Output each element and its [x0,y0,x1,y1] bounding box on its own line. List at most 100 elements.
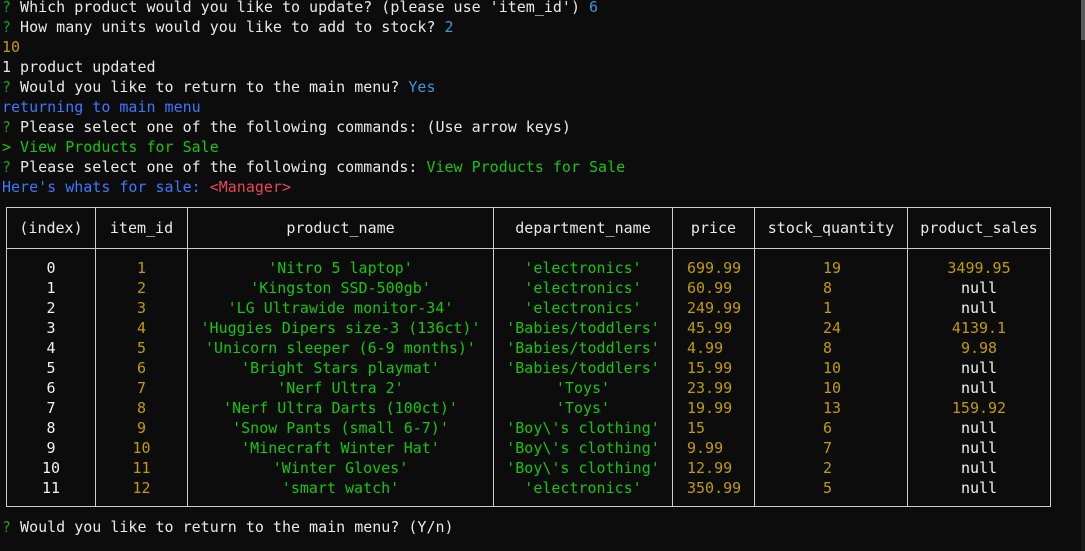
cell-index: 10 [41,459,61,477]
prompt-answer: 6 [589,0,599,16]
prompt-line-selected-command: ? Please select one of the following com… [2,157,625,177]
cell-department-name: 'Boy\'s clothing' [506,419,660,437]
menu-option-view-products[interactable]: > View Products for Sale [2,137,219,157]
cell-product-sales: null [960,439,998,457]
prompt-mark: ? [2,78,12,96]
cell-department-name: 'Toys' [555,399,611,417]
cell-department-name: 'electronics' [524,299,642,317]
cell-product-name: 'Huggies Dipers size-3 (136ct)' [200,319,481,337]
cell-price: 12.99 [687,459,733,477]
cell-item-id: 5 [136,339,147,357]
cell-department-name: 'Babies/toddlers' [506,359,660,377]
cell-stock-quantity: 13 [823,399,842,417]
cell-index: 11 [41,479,61,497]
cell-index: 4 [46,339,56,357]
scrollbar-thumb[interactable] [1081,0,1085,40]
cell-index: 5 [46,359,56,377]
cell-price: 4.99 [687,339,724,357]
cell-department-name: 'Toys' [555,379,611,397]
prompt-mark: ? [2,18,12,36]
prompt-text: Please select one of the following comma… [11,118,571,136]
cell-item-id: 2 [136,279,147,297]
prompt-text: Which product would you like to update? … [11,0,589,16]
cell-price: 23.99 [687,379,733,397]
cell-index: 7 [46,399,56,417]
cell-index: 6 [46,379,56,397]
cell-stock-quantity: 10 [823,379,842,397]
cell-product-name: 'smart watch' [281,479,400,497]
cell-stock-quantity: 6 [823,419,833,437]
prompt-answer: View Products for Sale [426,158,626,176]
cell-department-name: 'electronics' [524,479,642,497]
cell-price: 9.99 [687,439,724,457]
prompt-line-update-product: ? Which product would you like to update… [2,0,598,17]
cell-department-name: 'Boy\'s clothing' [506,459,660,477]
column-header-product-name: product_name [286,219,395,237]
column-header-product-sales: product_sales [920,219,1038,237]
cell-item-id: 4 [136,319,147,337]
cell-stock-quantity: 2 [823,459,833,477]
cell-product-sales: null [960,359,998,377]
column-header-stock-quantity: stock_quantity [767,219,895,237]
cell-item-id: 1 [136,259,147,277]
cell-stock-quantity: 7 [823,439,833,457]
output-stock-value: 10 [2,38,21,56]
column-header-price: price [690,219,737,237]
cell-product-name: 'Snow Pants (small 6-7)' [232,419,449,437]
cell-stock-quantity: 10 [823,359,842,377]
cell-price: 15 [687,419,706,437]
cell-item-id: 10 [132,439,151,457]
prompt-line-return-menu-yn[interactable]: ? Would you like to return to the main m… [2,517,454,537]
cell-price: 45.99 [687,319,733,337]
cell-price: 699.99 [687,259,742,277]
cell-price: 15.99 [687,359,733,377]
output-returning: returning to main menu [2,98,201,116]
cell-stock-quantity: 8 [823,279,833,297]
cell-product-name: 'Minecraft Winter Hat' [241,439,440,457]
column-header-item-id: item_id [109,219,174,237]
prompt-answer: 2 [444,18,454,36]
prompt-line-select-command: ? Please select one of the following com… [2,117,571,137]
cell-product-name: 'Bright Stars playmat' [241,359,440,377]
scrollbar[interactable] [1081,0,1085,551]
cell-price: 60.99 [687,279,733,297]
cell-price: 249.99 [687,299,742,317]
cell-product-sales: 9.98 [960,339,998,357]
for-sale-text: Here's whats for sale: [2,178,210,196]
products-table: (index) item_id product_name department_… [6,207,1051,507]
output-for-sale-heading: Here's whats for sale: <Manager> [2,177,291,197]
column-header-index: (index) [19,219,83,237]
cell-product-name: 'Kingston SSD-500gb' [250,279,431,297]
terminal-window[interactable]: ? Which product would you like to update… [0,0,1085,551]
cell-stock-quantity: 24 [823,319,842,337]
cell-department-name: 'Boy\'s clothing' [506,439,660,457]
cell-department-name: 'Babies/toddlers' [506,319,660,337]
cell-stock-quantity: 8 [823,339,833,357]
prompt-mark: ? [2,158,12,176]
cell-index: 8 [46,419,56,437]
prompt-text: Please select one of the following comma… [11,158,427,176]
cell-index: 1 [46,279,56,297]
cell-stock-quantity: 5 [823,479,833,497]
role-label: <Manager> [209,178,291,196]
cell-item-id: 11 [132,459,151,477]
output-product-updated: 1 product updated [2,58,156,76]
cell-product-name: 'Nerf Ultra 2' [277,379,404,397]
cell-product-sales: 159.92 [951,399,1007,417]
cell-product-sales: null [960,379,998,397]
cell-stock-quantity: 1 [823,299,833,317]
cell-product-sales: null [960,419,998,437]
cell-product-sales: 3499.95 [947,259,1011,277]
prompt-answer: Yes [408,78,436,96]
cell-index: 2 [46,299,56,317]
cell-department-name: 'Babies/toddlers' [506,339,660,357]
cell-department-name: 'electronics' [524,259,642,277]
cell-product-name: 'Unicorn sleeper (6-9 months)' [205,339,476,357]
cell-stock-quantity: 19 [823,259,842,277]
cell-product-sales: null [960,299,998,317]
prompt-mark: ? [2,518,12,536]
cell-item-id: 8 [136,399,147,417]
cell-product-name: 'Winter Gloves' [272,459,409,477]
cell-department-name: 'electronics' [524,279,642,297]
cell-product-sales: null [960,479,998,497]
